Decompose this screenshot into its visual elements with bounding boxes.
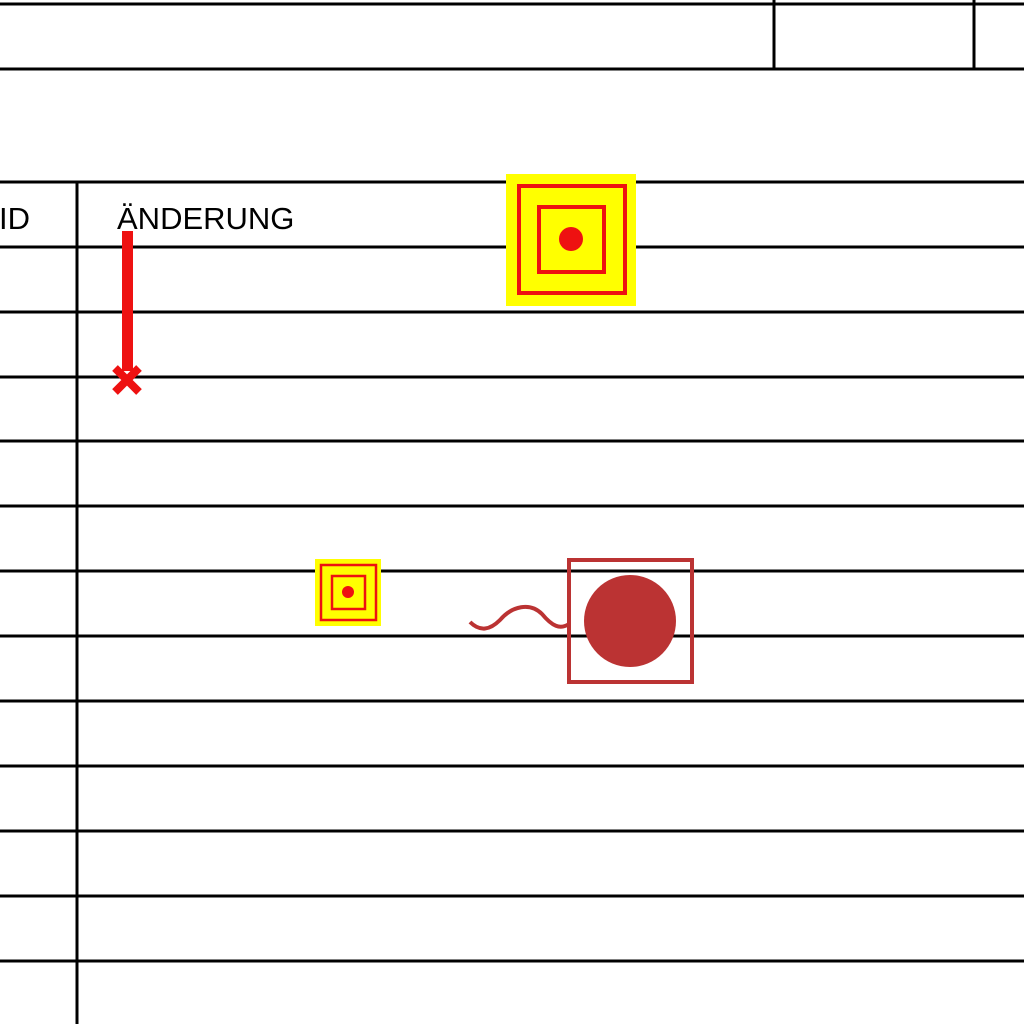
table-header-id: ID xyxy=(0,201,30,236)
title-block xyxy=(0,0,1024,71)
table-header-change: ÄNDERUNG xyxy=(117,201,294,236)
push-button-disc xyxy=(584,575,676,667)
sprinkler-marker-dot xyxy=(559,227,583,251)
sprinkler-marker-icon[interactable] xyxy=(506,174,636,306)
push-button-icon[interactable] xyxy=(468,558,694,684)
sprinkler-marker-small-dot xyxy=(342,586,354,598)
leader-line-shaft xyxy=(122,231,133,371)
sprinkler-marker-small-icon[interactable] xyxy=(315,559,381,626)
revision-table xyxy=(0,180,1024,1024)
drawing-canvas: ID ÄNDERUNG xyxy=(0,0,1024,1024)
push-button-wave xyxy=(468,604,571,631)
leader-line-x-marker xyxy=(112,365,142,395)
